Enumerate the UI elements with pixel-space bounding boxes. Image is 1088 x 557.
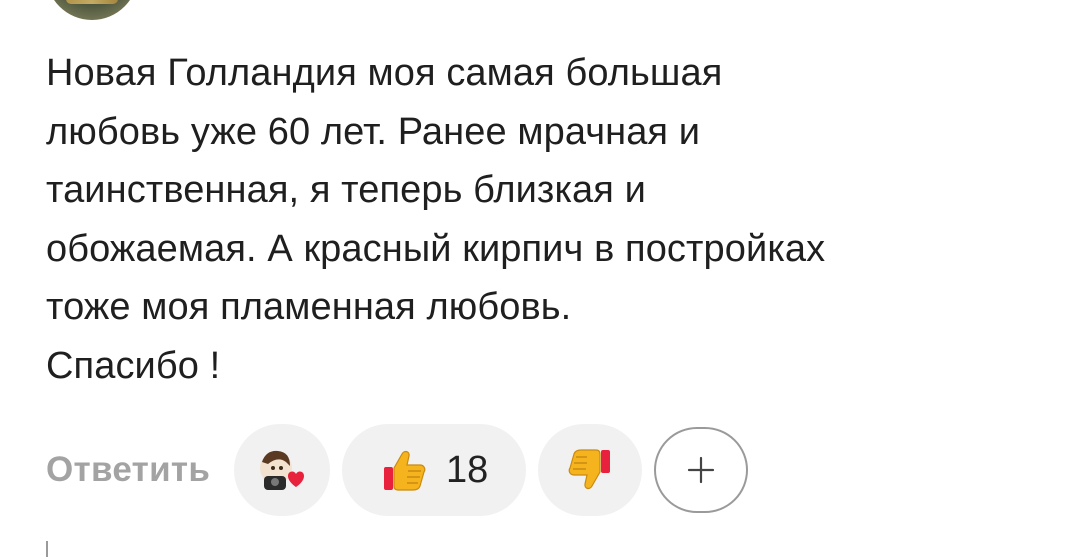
thumbs-up-icon [380, 446, 428, 494]
reactors-button[interactable] [234, 424, 331, 516]
reactor-avatar-heart-icon [254, 444, 310, 496]
thread-line [46, 541, 48, 557]
like-count: 18 [446, 448, 489, 491]
comment-line: любовь уже 60 лет. Ранее мрачная и [46, 110, 701, 153]
comment-line: Новая Голландия моя самая большая [46, 52, 723, 94]
reply-button[interactable]: Ответить [46, 450, 210, 490]
plus-icon [686, 455, 716, 485]
user-avatar[interactable] [46, 0, 138, 20]
add-reaction-button[interactable] [654, 427, 749, 513]
like-button[interactable]: 18 [342, 424, 527, 516]
comment-actions: Ответить 18 [46, 424, 749, 516]
comment-line: обожаемая. А красный кирпич в постройках [46, 227, 826, 270]
dislike-button[interactable] [538, 424, 643, 516]
comment-text: Новая Голландия моя самая большая любовь… [46, 44, 1046, 395]
comment-line: тоже моя пламенная любовь. [46, 286, 572, 328]
thumbs-down-icon [566, 446, 614, 494]
comment-line: Спасибо ! [46, 344, 221, 387]
comment-line: таинственная, я теперь близкая и [46, 169, 646, 211]
